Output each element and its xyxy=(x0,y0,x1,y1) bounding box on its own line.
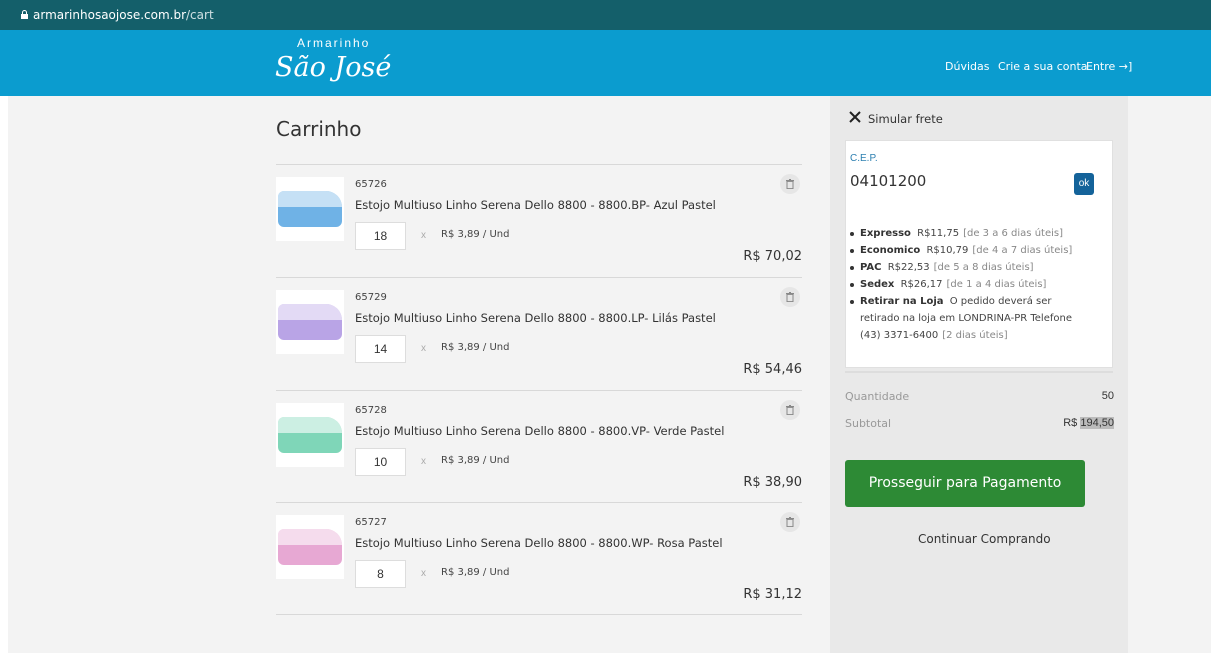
trash-icon xyxy=(786,292,794,302)
site-header: Armarinho São José Dúvidas Crie a sua co… xyxy=(0,30,1211,96)
quantity-input[interactable]: 10 xyxy=(355,448,406,476)
times-symbol: x xyxy=(421,456,426,467)
product-image[interactable] xyxy=(276,515,344,579)
times-symbol: x xyxy=(421,230,426,241)
product-case-lid xyxy=(278,529,342,545)
trash-icon xyxy=(786,517,794,527)
quantity-input[interactable]: 8 xyxy=(355,560,406,588)
cart-item: 65726 Estojo Multiuso Linho Serena Dello … xyxy=(276,164,802,277)
shipping-option-time: [2 dias úteis] xyxy=(942,330,1008,341)
simulate-shipping-label: Simular frete xyxy=(868,112,943,126)
unit-price: R$ 3,89 / Und xyxy=(441,342,510,353)
shipping-option[interactable]: PAC R$22,53 [de 5 a 8 dias úteis] xyxy=(850,259,1090,276)
remove-item-button[interactable] xyxy=(780,512,800,532)
product-image[interactable] xyxy=(276,290,344,354)
times-symbol: x xyxy=(421,343,426,354)
product-name[interactable]: Estojo Multiuso Linho Serena Dello 8800 … xyxy=(355,311,716,325)
divider xyxy=(276,614,802,615)
product-code: 65727 xyxy=(355,517,387,528)
cep-ok-button[interactable]: ok xyxy=(1074,173,1094,195)
shipping-option[interactable]: Economico R$10,79 [de 4 a 7 dias úteis] xyxy=(850,242,1090,259)
quantity-label: Quantidade xyxy=(845,390,910,403)
product-name[interactable]: Estojo Multiuso Linho Serena Dello 8800 … xyxy=(355,198,716,212)
shipping-option-time: [de 4 a 7 dias úteis] xyxy=(972,245,1073,256)
item-total: R$ 38,90 xyxy=(743,475,802,490)
shipping-panel: C.E.P. 04101200 ok Expresso R$11,75 [de 3… xyxy=(845,140,1113,368)
shipping-option-name: PAC xyxy=(860,262,882,273)
nav-duvidas-link[interactable]: Dúvidas xyxy=(945,60,989,73)
product-code: 65728 xyxy=(355,405,387,416)
shipping-option-name: Sedex xyxy=(860,279,895,290)
times-symbol: x xyxy=(421,568,426,579)
shipping-option-name: Expresso xyxy=(860,228,911,239)
item-total: R$ 70,02 xyxy=(743,249,802,264)
quantity-input[interactable]: 18 xyxy=(355,222,406,250)
quantity-input[interactable]: 14 xyxy=(355,335,406,363)
browser-url-bar[interactable]: armarinhosaojose.com.br/cart xyxy=(0,0,1211,30)
product-case-lid xyxy=(278,417,342,433)
lock-icon xyxy=(21,10,28,19)
unit-price: R$ 3,89 / Und xyxy=(441,567,510,578)
url-text: armarinhosaojose.com.br/cart xyxy=(33,8,214,22)
cart-item: 65729 Estojo Multiuso Linho Serena Dello … xyxy=(276,277,802,390)
product-image[interactable] xyxy=(276,177,344,241)
product-case-lid xyxy=(278,304,342,320)
item-total: R$ 31,12 xyxy=(743,587,802,602)
subtotal-value: R$ 194,50 xyxy=(1063,417,1114,429)
product-case-shape xyxy=(278,529,342,565)
shipping-option-price: R$26,17 xyxy=(900,279,943,290)
left-gutter xyxy=(0,96,8,653)
unit-price: R$ 3,89 / Und xyxy=(441,229,510,240)
product-name[interactable]: Estojo Multiuso Linho Serena Dello 8800 … xyxy=(355,424,724,438)
product-code: 65726 xyxy=(355,179,387,190)
shipping-option[interactable]: Retirar na Loja O pedido deverá ser reti… xyxy=(850,293,1090,344)
product-case-shape xyxy=(278,304,342,340)
proceed-to-payment-button[interactable]: Prosseguir para Pagamento xyxy=(845,460,1085,507)
product-image[interactable] xyxy=(276,403,344,467)
trash-icon xyxy=(786,405,794,415)
shipping-option[interactable]: Sedex R$26,17 [de 1 a 4 dias úteis] xyxy=(850,276,1090,293)
remove-item-button[interactable] xyxy=(780,287,800,307)
logo-subtitle: Armarinho xyxy=(297,36,371,50)
shipping-option-price: R$11,75 xyxy=(917,228,960,239)
divider xyxy=(845,371,1113,373)
nav-create-account-link[interactable]: Crie a sua conta xyxy=(998,60,1088,73)
shipping-option-name: Economico xyxy=(860,245,921,256)
shipping-option-price: R$22,53 xyxy=(887,262,930,273)
continue-shopping-link[interactable]: Continuar Comprando xyxy=(918,532,1051,546)
remove-item-button[interactable] xyxy=(780,174,800,194)
cart-item: 65728 Estojo Multiuso Linho Serena Dello … xyxy=(276,390,802,503)
quantity-value: 50 xyxy=(1101,390,1114,402)
cart-item: 65727 Estojo Multiuso Linho Serena Dello … xyxy=(276,502,802,615)
shipping-option-time: [de 1 a 4 dias úteis] xyxy=(946,279,1047,290)
nav-login-link[interactable]: Entre →] xyxy=(1086,60,1132,73)
close-icon[interactable] xyxy=(848,110,862,124)
product-case-lid xyxy=(278,191,342,207)
shipping-option-time: [de 5 a 8 dias úteis] xyxy=(933,262,1034,273)
product-case-shape xyxy=(278,191,342,227)
shipping-option[interactable]: Expresso R$11,75 [de 3 a 6 dias úteis] xyxy=(850,225,1090,242)
shipping-options: Expresso R$11,75 [de 3 a 6 dias úteis] Eco… xyxy=(850,225,1090,344)
subtotal-label: Subtotal xyxy=(845,417,892,430)
right-gutter xyxy=(1128,96,1211,653)
cep-label: C.E.P. xyxy=(850,153,878,164)
shipping-option-time: [de 3 a 6 dias úteis] xyxy=(963,228,1063,239)
product-case-shape xyxy=(278,417,342,453)
unit-price: R$ 3,89 / Und xyxy=(441,455,510,466)
trash-icon xyxy=(786,179,794,189)
page-title: Carrinho xyxy=(276,117,362,141)
cep-input[interactable]: 04101200 xyxy=(850,172,926,190)
checkout-sidebar: Simular frete C.E.P. 04101200 ok Express… xyxy=(830,96,1128,653)
item-total: R$ 54,46 xyxy=(743,362,802,377)
product-code: 65729 xyxy=(355,292,387,303)
remove-item-button[interactable] xyxy=(780,400,800,420)
shipping-option-name: Retirar na Loja xyxy=(860,296,944,307)
product-name[interactable]: Estojo Multiuso Linho Serena Dello 8800 … xyxy=(355,536,723,550)
logo-title[interactable]: São José xyxy=(275,52,391,83)
shipping-option-price: R$10,79 xyxy=(926,245,969,256)
